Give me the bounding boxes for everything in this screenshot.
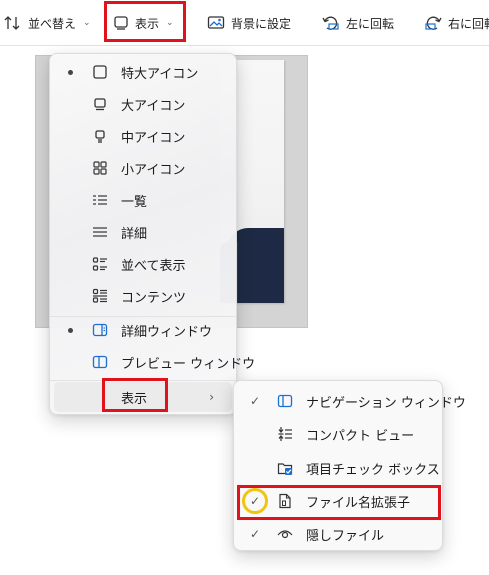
menu-item-small-icons[interactable]: 小アイコン bbox=[50, 152, 236, 184]
menu-item-list[interactable]: 一覧 bbox=[50, 184, 236, 216]
tiles-icon bbox=[91, 255, 109, 273]
file-extension-icon bbox=[276, 492, 294, 510]
set-background-label: 背景に設定 bbox=[231, 16, 292, 31]
menu-item-medium-icons[interactable]: 中アイコン bbox=[50, 120, 236, 152]
menu-item-details[interactable]: 詳細 bbox=[50, 216, 236, 248]
hidden-files-icon bbox=[276, 525, 294, 543]
compact-view-icon bbox=[276, 425, 294, 443]
menu-item-tiles[interactable]: 並べて表示 bbox=[50, 248, 236, 280]
rotate-right-icon bbox=[425, 16, 442, 30]
menu-item-details-pane[interactable]: 詳細ウィンドウ bbox=[50, 314, 236, 346]
sort-button[interactable]: 並べ替え ⌄ bbox=[4, 10, 91, 36]
rotate-left-icon bbox=[322, 16, 339, 30]
submenu-item-hidden-items[interactable]: ✓ 隠しファイル bbox=[234, 518, 442, 550]
rotate-left-label: 左に回転 bbox=[346, 16, 395, 31]
menu-separator bbox=[50, 380, 236, 381]
selected-bullet-icon bbox=[68, 327, 73, 333]
view-button[interactable]: 表示 ⌄ bbox=[113, 10, 174, 36]
rotate-right-label: 右に回転 bbox=[448, 16, 489, 31]
submenu-item-navigation-pane[interactable]: ✓ ナビゲーション ウィンドウ bbox=[234, 385, 466, 417]
check-icon: ✓ bbox=[250, 394, 261, 408]
chevron-down-icon: ⌄ bbox=[166, 18, 174, 28]
navigation-pane-icon bbox=[276, 392, 294, 410]
item-checkbox-icon bbox=[276, 459, 294, 477]
details-pane-icon bbox=[91, 321, 109, 339]
rotate-right-button[interactable]: 右に回転 bbox=[424, 10, 489, 36]
small-icons-icon bbox=[91, 159, 109, 177]
medium-icons-icon bbox=[91, 127, 109, 145]
submenu-item-file-name-extensions[interactable]: ✓ ファイル名拡張子 bbox=[234, 485, 442, 517]
check-icon: ✓ bbox=[250, 494, 261, 508]
selected-bullet-icon bbox=[68, 69, 73, 75]
details-icon bbox=[91, 223, 109, 241]
view-icon bbox=[114, 16, 128, 30]
menu-item-show[interactable]: 表示 › bbox=[54, 382, 232, 412]
menu-item-content[interactable]: コンテンツ bbox=[50, 280, 236, 312]
view-label: 表示 bbox=[135, 16, 160, 31]
rotate-left-button[interactable]: 左に回転 bbox=[322, 10, 394, 36]
sort-icon bbox=[4, 16, 20, 30]
sort-label: 並べ替え bbox=[28, 16, 77, 31]
command-bar: 並べ替え ⌄ 表示 ⌄ 背景に設定 左に回転 右に回転 bbox=[0, 0, 489, 46]
chevron-right-icon: › bbox=[209, 390, 214, 404]
content-icon bbox=[91, 287, 109, 305]
preview-pane-icon bbox=[91, 353, 109, 371]
set-background-icon bbox=[207, 16, 225, 29]
extra-large-icons-icon bbox=[91, 63, 109, 81]
list-icon bbox=[91, 191, 109, 209]
show-submenu: ✓ ナビゲーション ウィンドウ コンパクト ビュー 項目チェック ボックス ✓ … bbox=[233, 380, 466, 551]
menu-item-extra-large-icons[interactable]: 特大アイコン bbox=[50, 56, 236, 88]
chevron-down-icon: ⌄ bbox=[83, 18, 91, 28]
menu-item-large-icons[interactable]: 大アイコン bbox=[50, 88, 236, 120]
set-background-button[interactable]: 背景に設定 bbox=[207, 10, 291, 36]
menu-item-preview-pane[interactable]: プレビュー ウィンドウ bbox=[50, 346, 255, 378]
submenu-item-item-checkboxes[interactable]: 項目チェック ボックス bbox=[234, 452, 442, 484]
large-icons-icon bbox=[91, 95, 109, 113]
submenu-item-compact-view[interactable]: コンパクト ビュー bbox=[234, 418, 442, 450]
view-menu: 特大アイコン 大アイコン 中アイコン 小アイコン 一覧 詳細 並べて表示 コンテ… bbox=[49, 53, 255, 415]
check-icon: ✓ bbox=[250, 527, 261, 541]
